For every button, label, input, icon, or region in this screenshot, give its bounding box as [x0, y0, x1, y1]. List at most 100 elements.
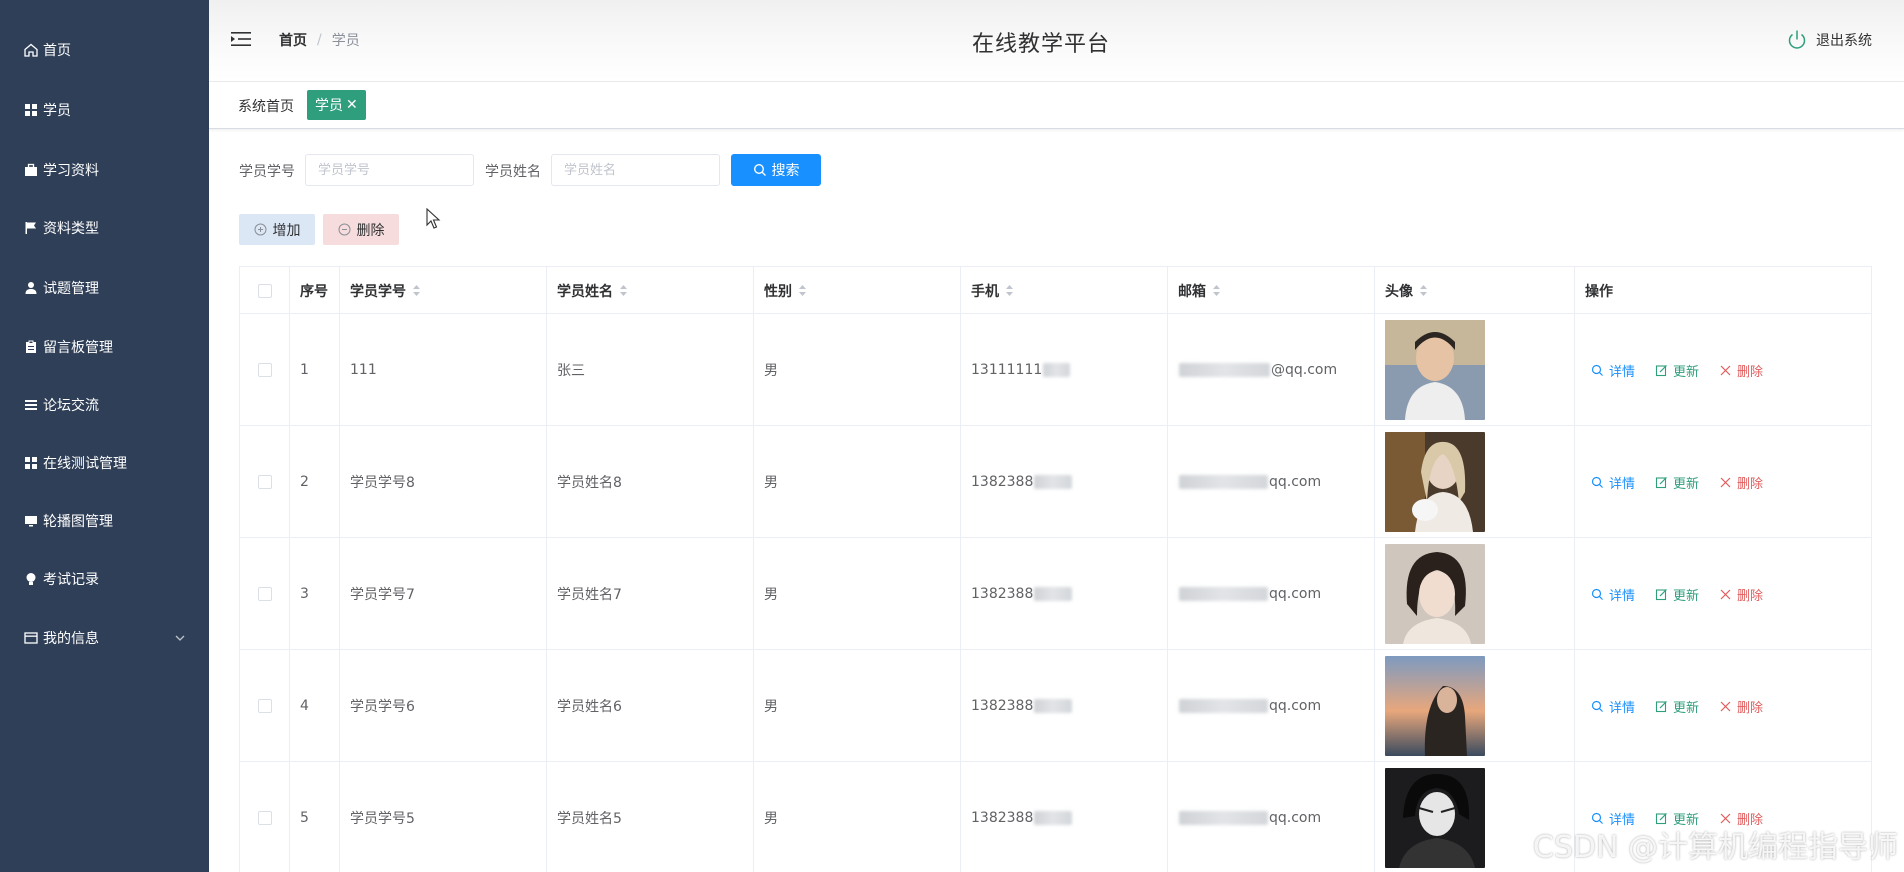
briefcase-icon	[22, 161, 40, 179]
sidebar: 首页 学员 学习资料 资料类型 试题管理 留言板管理 论坛交流 在线测试管理 轮…	[0, 0, 209, 872]
column-phone[interactable]: 手机	[961, 267, 1168, 314]
column-label: 序号	[300, 283, 328, 300]
sort-icon[interactable]	[1005, 284, 1014, 297]
tag-students[interactable]: 学员 ✕	[307, 90, 366, 120]
row-checkbox[interactable]	[258, 699, 272, 713]
delete-button[interactable]: 删除	[1719, 585, 1763, 604]
sidebar-item-online-tests[interactable]: 在线测试管理	[0, 443, 209, 483]
select-all-cell	[240, 267, 290, 314]
cell-actions: 详情 更新 删除	[1575, 426, 1871, 538]
action-label: 详情	[1609, 700, 1636, 716]
search-button[interactable]: 搜索	[731, 154, 821, 186]
sidebar-item-home[interactable]: 首页	[0, 30, 209, 70]
avatar-image[interactable]	[1385, 320, 1485, 420]
sidebar-item-exam-records[interactable]: 考试记录	[0, 559, 209, 599]
student-name-input[interactable]	[551, 154, 720, 186]
sort-icon[interactable]	[798, 284, 807, 297]
action-label: 详情	[1609, 588, 1636, 604]
update-button[interactable]: 更新	[1655, 585, 1699, 604]
action-label: 更新	[1673, 588, 1700, 604]
sidebar-item-label: 学习资料	[43, 163, 99, 179]
select-all-checkbox[interactable]	[258, 283, 272, 298]
delete-button[interactable]: 删除	[1719, 473, 1763, 492]
action-label: 更新	[1673, 700, 1700, 716]
detail-button[interactable]: 详情	[1591, 585, 1635, 604]
column-gender[interactable]: 性别	[754, 267, 961, 314]
cell-student-name: 学员姓名6	[547, 650, 754, 762]
update-button[interactable]: 更新	[1655, 473, 1699, 492]
sidebar-item-my-info[interactable]: 我的信息	[0, 618, 209, 658]
sort-icon[interactable]	[412, 284, 421, 297]
delete-button[interactable]: 删除	[1719, 697, 1763, 716]
close-icon	[1720, 477, 1731, 487]
sidebar-item-label: 考试记录	[43, 572, 99, 588]
sidebar-item-questions[interactable]: 试题管理	[0, 268, 209, 308]
sidebar-item-students[interactable]: 学员	[0, 90, 209, 130]
batch-delete-button[interactable]: 删除	[323, 214, 399, 245]
avatar-image[interactable]	[1385, 656, 1485, 756]
avatar-image[interactable]	[1385, 432, 1485, 532]
cell-email: qq.com	[1168, 650, 1375, 762]
update-button[interactable]: 更新	[1655, 697, 1699, 716]
detail-button[interactable]: 详情	[1591, 473, 1635, 492]
detail-button[interactable]: 详情	[1591, 361, 1635, 380]
sidebar-item-label: 在线测试管理	[43, 456, 127, 472]
email-text: @qq.com	[1271, 362, 1338, 378]
close-icon[interactable]: ✕	[346, 97, 358, 113]
cell-student-no: 学员学号8	[340, 426, 547, 538]
batch-delete-label: 删除	[356, 222, 385, 239]
column-student-no[interactable]: 学员学号	[340, 267, 547, 314]
student-no-input[interactable]	[305, 154, 474, 186]
cell-student-no: 学员学号6	[340, 650, 547, 762]
column-label: 学员学号	[350, 283, 406, 300]
cell-actions: 详情 更新 删除	[1575, 538, 1871, 650]
row-checkbox[interactable]	[258, 587, 272, 601]
row-checkbox[interactable]	[258, 475, 272, 489]
column-avatar[interactable]: 头像	[1375, 267, 1575, 314]
row-checkbox[interactable]	[258, 811, 272, 825]
search-icon	[1591, 700, 1603, 712]
avatar-image[interactable]	[1385, 768, 1485, 868]
sidebar-item-materials[interactable]: 学习资料	[0, 150, 209, 190]
detail-button[interactable]: 详情	[1591, 697, 1635, 716]
card-icon	[22, 629, 40, 647]
sort-icon[interactable]	[1212, 284, 1221, 297]
column-student-name[interactable]: 学员姓名	[547, 267, 754, 314]
sidebar-item-forum[interactable]: 论坛交流	[0, 385, 209, 425]
sidebar-item-label: 留言板管理	[43, 340, 113, 356]
sidebar-item-carousel[interactable]: 轮播图管理	[0, 501, 209, 541]
update-button[interactable]: 更新	[1655, 361, 1699, 380]
add-button[interactable]: 增加	[239, 214, 315, 245]
delete-button[interactable]: 删除	[1719, 361, 1763, 380]
cell-actions: 详情 更新 删除	[1575, 650, 1871, 762]
home-icon	[22, 41, 40, 59]
sort-icon[interactable]	[1419, 284, 1428, 297]
watermark: CSDN @计算机编程指导师	[1532, 830, 1898, 865]
column-email[interactable]: 邮箱	[1168, 267, 1375, 314]
column-index: 序号	[290, 267, 340, 314]
close-icon	[1720, 365, 1731, 375]
sidebar-item-message-board[interactable]: 留言板管理	[0, 327, 209, 367]
action-label: 删除	[1737, 476, 1764, 492]
column-label: 邮箱	[1178, 283, 1206, 300]
cell-actions: 详情 更新 删除	[1575, 314, 1871, 426]
blur-mask	[1179, 587, 1268, 601]
sidebar-item-material-types[interactable]: 资料类型	[0, 208, 209, 248]
action-label: 删除	[1737, 364, 1764, 380]
tag-label: 学员	[315, 98, 343, 114]
logout-button[interactable]: 退出系统	[1786, 29, 1872, 51]
student-name-label: 学员姓名	[485, 164, 541, 180]
tag-system-home[interactable]: 系统首页	[238, 96, 294, 116]
power-icon	[1788, 30, 1806, 49]
table-row: 4 学员学号6 学员姓名6 男 1382388 qq.com 详情 更新 删除	[240, 650, 1871, 762]
edit-icon	[1655, 364, 1667, 376]
sidebar-item-label: 试题管理	[43, 281, 99, 297]
row-checkbox[interactable]	[258, 363, 272, 377]
blur-mask	[1179, 811, 1268, 825]
plus-circle-icon	[254, 223, 266, 236]
avatar-image[interactable]	[1385, 544, 1485, 644]
sort-icon[interactable]	[619, 284, 628, 297]
cell-phone: 1382388	[961, 762, 1168, 872]
blur-mask	[1034, 587, 1073, 601]
cell-index: 2	[290, 426, 340, 538]
